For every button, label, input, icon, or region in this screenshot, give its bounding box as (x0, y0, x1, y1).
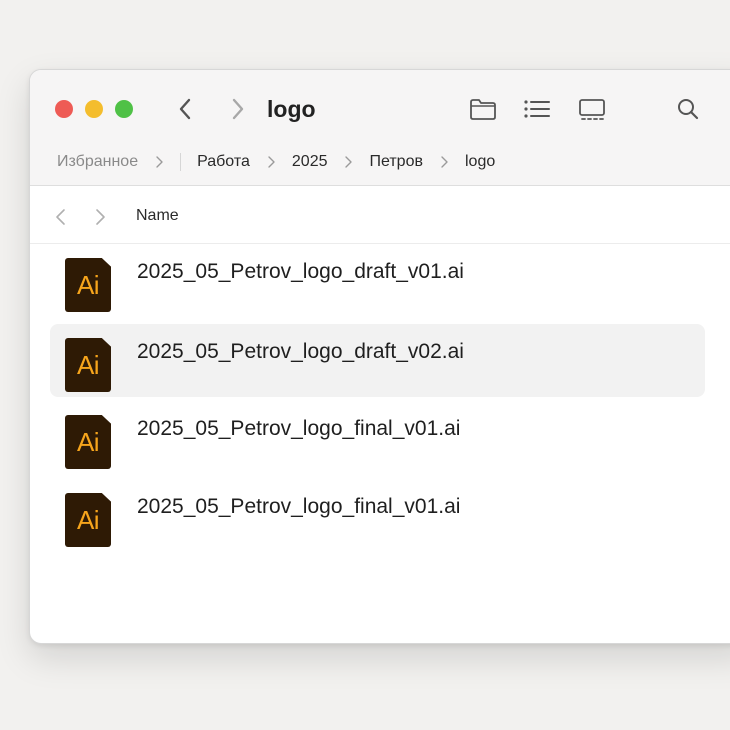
minimize-button[interactable] (85, 100, 103, 118)
file-name: 2025_05_Petrov_logo_final_v01.ai (137, 417, 461, 440)
gallery-view-icon (579, 99, 605, 120)
chevron-right-icon (232, 98, 244, 120)
column-name-header[interactable]: Name (136, 207, 179, 225)
search-icon (678, 99, 699, 120)
breadcrumb-divider (180, 153, 182, 171)
breadcrumb: Избранное Работа 2025 Петров logo (57, 152, 495, 172)
close-button[interactable] (55, 100, 73, 118)
illustrator-file-icon: Ai (65, 415, 111, 469)
chevron-left-icon[interactable] (54, 208, 68, 226)
chevron-right-icon[interactable] (93, 208, 107, 226)
toolbar: logo Избранное Работа 2025 Петров logo (30, 70, 730, 186)
illustrator-file-icon: Ai (65, 338, 111, 392)
list-view-button[interactable] (522, 95, 552, 123)
illustrator-file-icon: Ai (65, 258, 111, 312)
search-button[interactable] (674, 95, 704, 123)
breadcrumb-petrov[interactable]: Петров (369, 153, 423, 171)
breadcrumb-favorites[interactable]: Избранное (57, 153, 138, 171)
file-name: 2025_05_Petrov_logo_final_v01.ai (137, 495, 461, 518)
folder-icon (470, 99, 496, 120)
folder-view-button[interactable] (468, 95, 498, 123)
chevron-right-icon (345, 156, 353, 168)
finder-window: logo Избранное Работа 2025 Петров logo N… (29, 69, 730, 644)
breadcrumb-2025[interactable]: 2025 (292, 153, 328, 171)
breadcrumb-logo[interactable]: logo (465, 153, 495, 171)
illustrator-file-icon: Ai (65, 493, 111, 547)
forward-button[interactable] (226, 94, 250, 124)
chevron-right-icon (156, 156, 163, 168)
back-button[interactable] (173, 94, 197, 124)
zoom-button[interactable] (115, 100, 133, 118)
file-row[interactable]: Ai 2025_05_Petrov_logo_draft_v01.ai (50, 244, 705, 317)
file-name: 2025_05_Petrov_logo_draft_v02.ai (137, 340, 464, 363)
breadcrumb-rabota[interactable]: Работа (197, 153, 250, 171)
gallery-view-button[interactable] (577, 95, 607, 123)
file-row-selected[interactable]: Ai 2025_05_Petrov_logo_draft_v02.ai (50, 324, 705, 397)
file-row[interactable]: Ai 2025_05_Petrov_logo_final_v01.ai (50, 401, 705, 474)
column-header: Name (30, 186, 730, 244)
chevron-left-icon (179, 98, 191, 120)
list-view-icon (524, 100, 550, 118)
window-title: logo (267, 96, 316, 122)
file-name: 2025_05_Petrov_logo_draft_v01.ai (137, 260, 464, 283)
chevron-right-icon (268, 156, 275, 168)
file-row[interactable]: Ai 2025_05_Petrov_logo_final_v01.ai (50, 479, 705, 552)
chevron-right-icon (441, 156, 448, 168)
